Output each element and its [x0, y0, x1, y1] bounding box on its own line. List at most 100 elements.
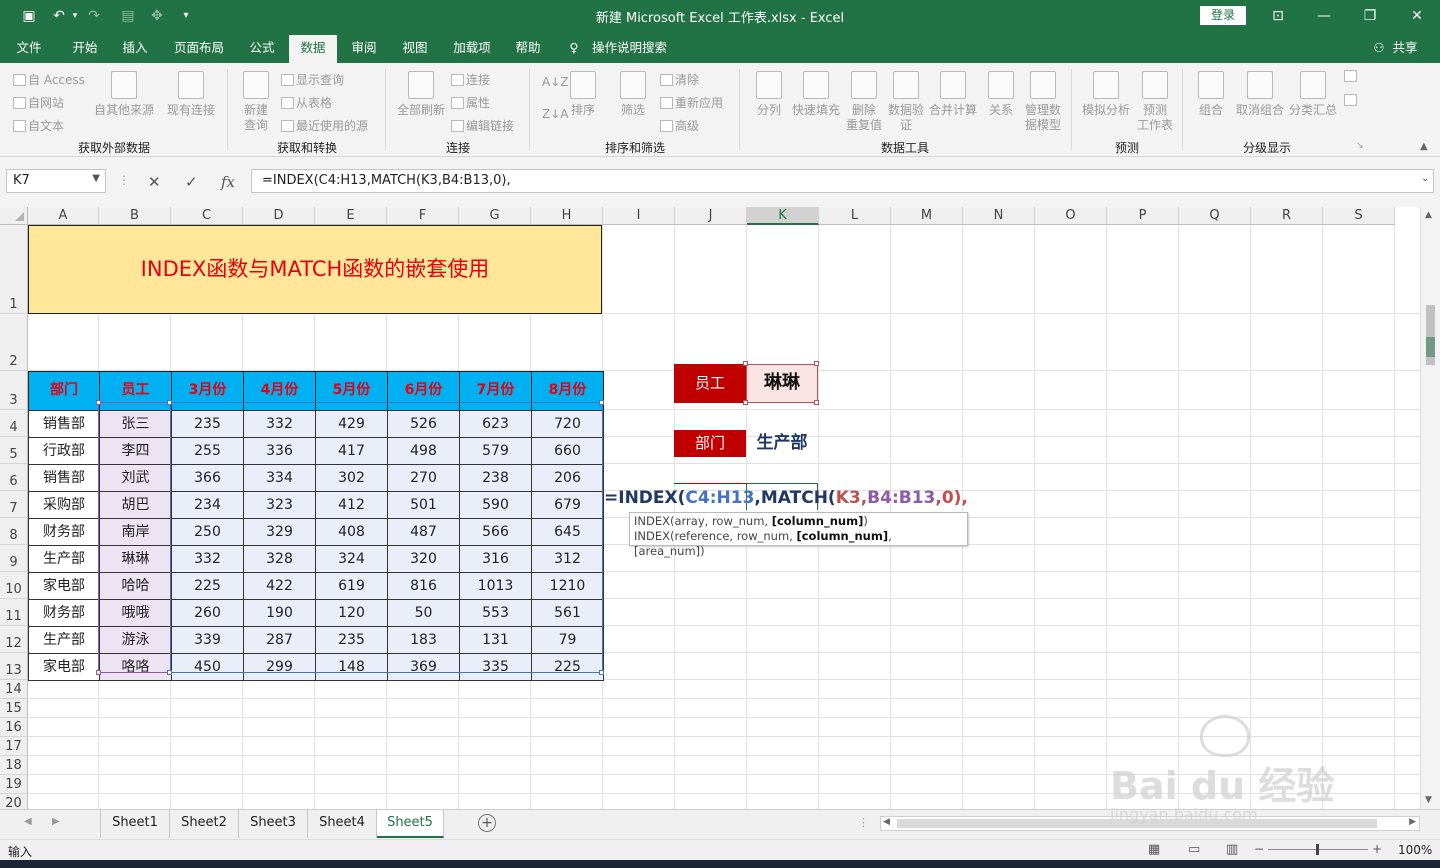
tab-addins[interactable]: 加载项 [444, 33, 500, 63]
row-header-3[interactable]: 3 [0, 371, 28, 410]
table-cell[interactable]: 采购部 [28, 491, 100, 519]
lookup-department-value[interactable]: 生产部 [746, 430, 818, 457]
column-header-J[interactable]: J [675, 207, 747, 225]
column-header-L[interactable]: L [819, 207, 891, 225]
row-header-10[interactable]: 10 [0, 572, 28, 599]
expand-formula-bar-icon[interactable]: ⌄ [1421, 173, 1429, 184]
vertical-scrollbar[interactable]: ▲ ▼ [1420, 207, 1440, 809]
row-header-9[interactable]: 9 [0, 545, 28, 572]
in-cell-formula-edit[interactable]: =INDEX(C4:H13,MATCH(K3,B4:B13,0), [604, 487, 968, 509]
restore-icon[interactable]: ❐ [1358, 4, 1382, 28]
range-handle[interactable] [814, 361, 819, 366]
relationships-button[interactable]: 关系 [982, 71, 1020, 118]
what-if-button[interactable]: 模拟分析 [1078, 71, 1134, 118]
edit-links-button[interactable]: 编辑链接 [451, 117, 514, 134]
table-cell[interactable]: 销售部 [28, 464, 100, 492]
row-header-18[interactable]: 18 [0, 756, 28, 775]
column-header-Q[interactable]: Q [1179, 207, 1251, 225]
tab-formulas[interactable]: 公式 [240, 33, 284, 63]
table-cell[interactable]: 财务部 [28, 518, 100, 546]
range-handle[interactable] [743, 361, 748, 366]
share-user-icon[interactable]: ⚇ [1370, 33, 1388, 63]
sheet-tab-2[interactable]: Sheet2 [170, 810, 239, 838]
column-header-M[interactable]: M [891, 207, 963, 225]
clear-filter-button[interactable]: 清除 [660, 71, 699, 88]
minimize-icon[interactable]: — [1312, 4, 1336, 28]
row-header-6[interactable]: 6 [0, 464, 28, 491]
close-icon[interactable]: ✕ [1405, 4, 1429, 28]
from-other-sources-button[interactable]: 自其他来源 [92, 71, 156, 118]
lookup-department-label[interactable]: 部门 [674, 430, 746, 457]
column-header-B[interactable]: B [99, 207, 171, 225]
scroll-left-icon[interactable]: ◀ [883, 817, 890, 827]
range-handle[interactable] [599, 670, 604, 675]
text-to-columns-button[interactable]: 分列 [750, 71, 788, 118]
tab-file[interactable]: 文件 [6, 33, 52, 63]
zoom-out-icon[interactable]: − [1254, 842, 1264, 856]
range-handle[interactable] [599, 400, 604, 405]
show-detail-button[interactable] [1344, 69, 1359, 83]
row-header-20[interactable]: 20 [0, 794, 28, 809]
column-header-H[interactable]: H [531, 207, 603, 225]
sort-button[interactable]: 排序 [566, 71, 600, 118]
tab-splitter-icon[interactable]: ⋮ [858, 816, 869, 829]
remove-duplicates-button[interactable]: 删除 重复值 [842, 71, 886, 133]
row-header-14[interactable]: 14 [0, 680, 28, 699]
flash-fill-button[interactable]: 快速填充 [790, 71, 842, 118]
refresh-all-button[interactable]: 全部刷新 [392, 71, 450, 118]
zoom-level[interactable]: 100% [1398, 843, 1432, 857]
scroll-up-icon[interactable]: ▲ [1425, 210, 1432, 220]
table-cell[interactable]: 生产部 [28, 545, 100, 573]
filter-button[interactable]: 筛选 [614, 71, 652, 118]
table-cell[interactable]: 生产部 [28, 626, 100, 654]
reapply-button[interactable]: 重新应用 [660, 94, 723, 111]
insert-function-icon[interactable]: fx [221, 173, 235, 191]
table-header-cell[interactable]: 部门 [28, 371, 100, 411]
row-header-12[interactable]: 12 [0, 626, 28, 653]
collapse-ribbon-icon[interactable]: ▲ [1420, 141, 1428, 152]
scroll-right-icon[interactable]: ▶ [1409, 817, 1416, 827]
scroll-down-icon[interactable]: ▼ [1425, 795, 1432, 805]
zoom-slider-thumb[interactable] [1316, 844, 1319, 855]
range-handle[interactable] [96, 400, 101, 405]
sort-asc-button[interactable]: A↓Z [542, 75, 568, 89]
cancel-icon[interactable]: ✕ [148, 173, 161, 191]
share-button[interactable]: 共享 [1388, 33, 1422, 63]
page-break-view-icon[interactable]: ▥ [1226, 842, 1238, 857]
from-web-button[interactable]: 自网站 [13, 94, 64, 111]
sheet-tab-5[interactable]: Sheet5 [377, 810, 444, 838]
add-sheet-icon[interactable]: + [478, 814, 496, 832]
from-text-button[interactable]: 自文本 [13, 117, 64, 134]
lookup-employee-label[interactable]: 员工 [674, 364, 746, 403]
column-header-R[interactable]: R [1251, 207, 1323, 225]
hide-detail-button[interactable] [1344, 93, 1359, 107]
column-header-P[interactable]: P [1107, 207, 1179, 225]
sheet-tab-1[interactable]: Sheet1 [100, 810, 170, 838]
enter-icon[interactable]: ✓ [185, 173, 198, 191]
data-validation-button[interactable]: 数据验证 [884, 71, 928, 133]
outline-dialog-launcher-icon[interactable]: ↘ [1356, 141, 1364, 151]
table-cell[interactable]: 家电部 [28, 653, 100, 681]
column-header-G[interactable]: G [459, 207, 531, 225]
properties-button[interactable]: 属性 [451, 94, 490, 111]
column-header-O[interactable]: O [1035, 207, 1107, 225]
row-header-4[interactable]: 4 [0, 410, 28, 437]
lookup-employee-value[interactable]: 琳琳 [746, 364, 818, 403]
new-query-button[interactable]: 新建 查询 [234, 71, 278, 133]
column-header-C[interactable]: C [171, 207, 243, 225]
sheet-prev-icon[interactable]: ◀ [24, 816, 32, 827]
column-header-A[interactable]: A [28, 207, 99, 225]
ribbon-display-icon[interactable]: ⊡ [1266, 4, 1290, 28]
column-header-K[interactable]: K [747, 207, 819, 225]
column-header-N[interactable]: N [963, 207, 1035, 225]
from-access-button[interactable]: 自 Access [13, 71, 85, 88]
row-header-16[interactable]: 16 [0, 718, 28, 737]
range-handle[interactable] [814, 400, 819, 405]
row-header-7[interactable]: 7 [0, 491, 28, 518]
name-box[interactable]: K7 ▼ [6, 169, 106, 193]
tab-page-layout[interactable]: 页面布局 [166, 33, 232, 63]
table-cell[interactable]: 销售部 [28, 410, 100, 438]
page-layout-view-icon[interactable]: ▭ [1188, 842, 1200, 857]
connections-button[interactable]: 连接 [451, 71, 490, 88]
show-queries-button[interactable]: 显示查询 [281, 71, 344, 88]
